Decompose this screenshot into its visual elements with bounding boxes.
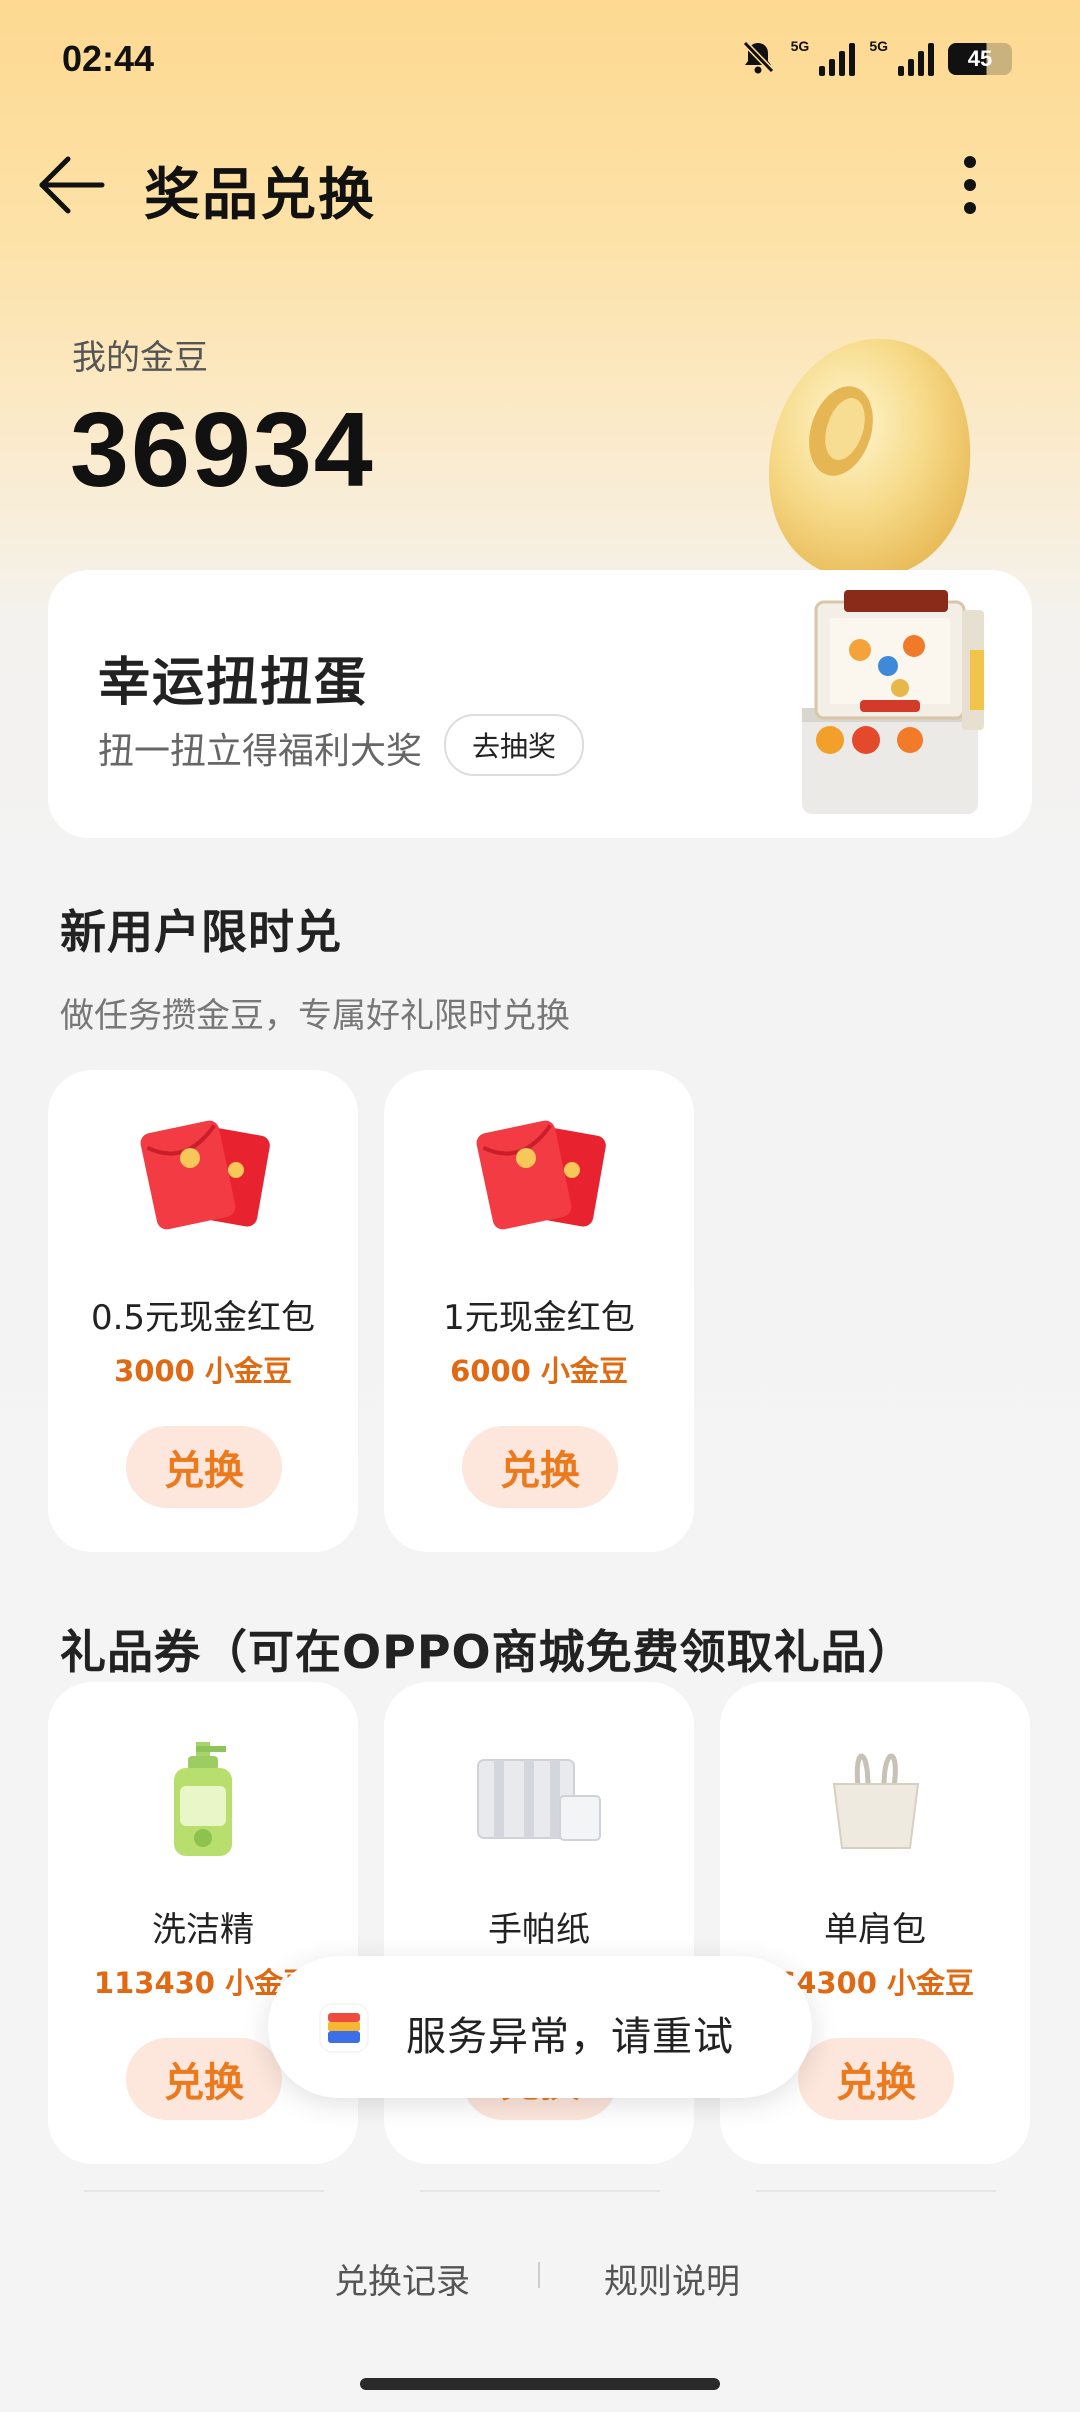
status-icons: 5G 5G 45 [739,38,1012,80]
page-title: 奖品兑换 [144,163,376,228]
wallet-app-icon [318,2002,370,2054]
rules-link[interactable]: 规则说明 [604,2254,740,2303]
reward-price: 6000 小金豆 [450,1354,628,1388]
tissue-pack-icon [474,1752,604,1852]
reward-name: 1元现金红包 [443,1298,635,1338]
signal-icon-2 [898,42,934,76]
lucky-draw-title: 幸运扭扭蛋 [98,653,369,713]
divider [420,2190,660,2192]
network-label-1: 5G [790,38,810,54]
red-envelope-icon [136,1118,276,1242]
exchange-button[interactable]: 兑换 [126,2038,282,2120]
tote-bag-icon [824,1742,928,1858]
home-indicator[interactable] [360,2378,720,2390]
footer-separator [538,2262,540,2288]
gashapon-machine-icon [790,580,990,830]
red-envelope-icon [472,1118,612,1242]
network-label-2: 5G [869,38,888,54]
gift-section-title: 礼品券（可在OPPO商城免费领取礼品） [60,1625,915,1679]
more-vertical-icon [964,156,976,214]
signal-icon-1 [819,42,856,76]
back-button[interactable] [36,148,110,222]
reward-card[interactable]: 0.5元现金红包 3000 小金豆 兑换 [48,1070,358,1552]
reward-name: 0.5元现金红包 [90,1298,316,1338]
gold-bean-icon [755,325,985,585]
divider [756,2190,996,2192]
reward-price: 3000 小金豆 [114,1354,292,1388]
gift-name: 洗洁精 [152,1910,254,1950]
balance-value: 36934 [70,391,375,509]
new-user-section-subtitle: 做任务攒金豆，专属好礼限时兑换 [60,996,570,1036]
divider [84,2190,324,2192]
gift-name: 手帕纸 [488,1910,590,1950]
battery-icon: 45 [948,43,1012,75]
exchange-button[interactable]: 兑换 [126,1426,282,1508]
more-options-button[interactable] [944,150,996,220]
exchange-history-link[interactable]: 兑换记录 [334,2254,470,2303]
gift-name: 单肩包 [824,1910,926,1950]
exchange-button[interactable]: 兑换 [462,1426,618,1508]
mute-bell-icon [739,38,777,80]
exchange-button[interactable]: 兑换 [798,2038,954,2120]
status-time: 02:44 [62,38,155,79]
reward-card[interactable]: 1元现金红包 6000 小金豆 兑换 [384,1070,694,1552]
new-user-section-title: 新用户限时兑 [60,905,342,959]
balance-label: 我的金豆 [72,338,208,378]
go-draw-button[interactable]: 去抽奖 [444,714,584,776]
detergent-bottle-icon [166,1742,240,1862]
back-arrow-icon [39,156,105,214]
lucky-draw-subtitle: 扭一扭立得福利大奖 [98,731,423,772]
toast-message: 服务异常，请重试 [406,2014,734,2060]
